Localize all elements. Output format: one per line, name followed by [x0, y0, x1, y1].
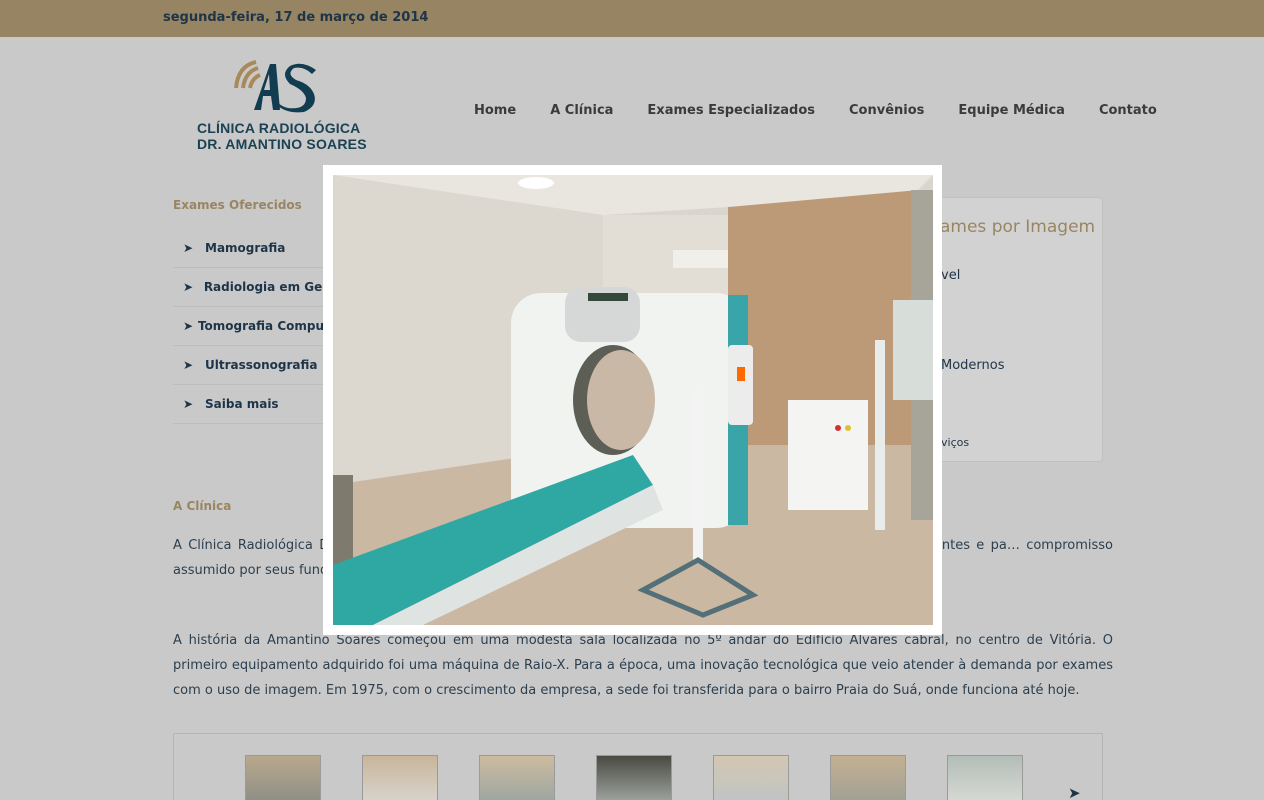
exams-box-title: ames por Imagem [940, 217, 1096, 237]
sidebar-item-radiologia[interactable]: ➤ Radiologia em Geral [173, 268, 333, 307]
logo-text-line1: CLÍNICA RADIOLÓGICA [197, 120, 361, 136]
main-nav: Home A Clínica Exames Especializados Con… [474, 103, 1157, 118]
sidebar-item-tomografia[interactable]: ➤ Tomografia Computadorizada [173, 307, 333, 346]
logo-text-line2: DR. AMANTINO SOARES [197, 136, 367, 152]
sidebar-item-label: Tomografia Computadorizada [197, 319, 333, 333]
sidebar-list: ➤ Mamografia ➤ Radiologia em Geral ➤ Tom… [173, 229, 333, 424]
nav-home[interactable]: Home [474, 103, 516, 118]
exams-box-line[interactable]: Modernos [941, 358, 1005, 373]
nav-convenios[interactable]: Convênios [849, 103, 924, 118]
gallery-thumbnail[interactable] [245, 755, 321, 800]
section-title: A Clínica [173, 499, 232, 513]
gallery-thumbnail[interactable] [713, 755, 789, 800]
arrow-icon: ➤ [183, 241, 194, 255]
ct-scanner-photo [333, 175, 933, 625]
gallery-thumbnail[interactable] [479, 755, 555, 800]
exams-by-image-box: ames por Imagem vel Modernos viços [930, 197, 1103, 462]
current-date: segunda-feira, 17 de março de 2014 [163, 10, 429, 25]
sidebar-item-label: Ultrassonografia [205, 358, 318, 372]
top-bar: segunda-feira, 17 de março de 2014 [0, 0, 1264, 37]
nav-contato[interactable]: Contato [1099, 103, 1157, 118]
sidebar-item-label: Saiba mais [205, 397, 279, 411]
gallery-thumbnail[interactable] [947, 755, 1023, 800]
sidebar-item-label: Radiologia em Geral [203, 280, 333, 294]
photo-gallery: ➤ [173, 733, 1103, 800]
logo-monogram-icon [234, 60, 316, 113]
clinic-logo[interactable]: CLÍNICA RADIOLÓGICA DR. AMANTINO SOARES [197, 58, 367, 153]
arrow-icon: ➤ [183, 397, 194, 411]
gallery-thumbnail[interactable] [830, 755, 906, 800]
exams-box-link[interactable]: viços [941, 436, 969, 449]
lightbox[interactable] [323, 165, 942, 635]
clinic-paragraph-2: A história da Amantino Soares começou em… [173, 633, 1113, 698]
sidebar-title: Exames Oferecidos [173, 198, 302, 212]
gallery-thumbnail[interactable] [596, 755, 672, 800]
exams-box-line[interactable]: vel [941, 268, 960, 283]
gallery-thumbnail[interactable] [362, 755, 438, 800]
nav-exames-especializados[interactable]: Exames Especializados [647, 103, 815, 118]
sidebar-item-label: Mamografia [205, 241, 286, 255]
nav-equipe-medica[interactable]: Equipe Médica [958, 103, 1065, 118]
sidebar-item-saiba-mais[interactable]: ➤ Saiba mais [173, 385, 333, 424]
arrow-icon: ➤ [183, 319, 194, 333]
sidebar-item-mamografia[interactable]: ➤ Mamografia [173, 229, 333, 268]
arrow-icon: ➤ [183, 280, 194, 294]
next-arrow-icon[interactable]: ➤ [1068, 784, 1081, 800]
arrow-icon: ➤ [183, 358, 194, 372]
sidebar-item-ultrassonografia[interactable]: ➤ Ultrassonografia [173, 346, 333, 385]
nav-a-clinica[interactable]: A Clínica [550, 103, 613, 118]
